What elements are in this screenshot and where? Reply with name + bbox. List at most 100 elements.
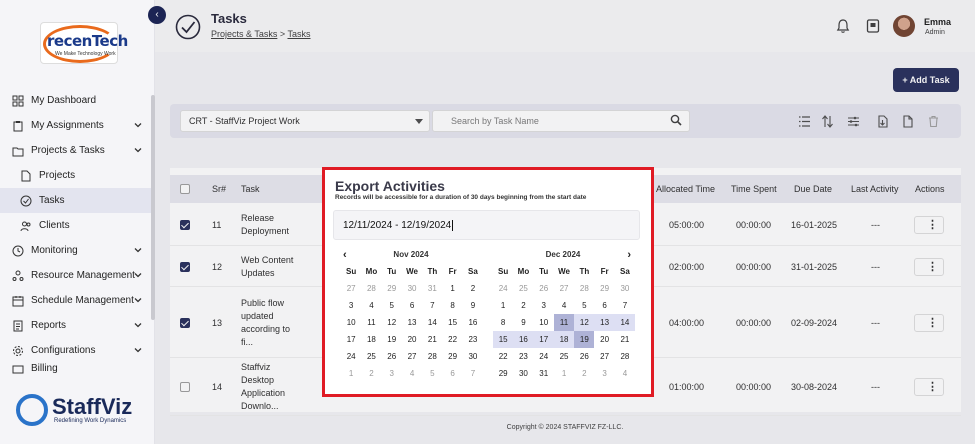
sidebar-item-schedule-management[interactable]: Schedule Management xyxy=(0,288,155,313)
calendar-day[interactable]: 29 xyxy=(382,280,402,297)
calendar-day[interactable]: 1 xyxy=(442,280,462,297)
sidebar-item-reports[interactable]: Reports xyxy=(0,313,155,338)
calendar-day[interactable]: 12 xyxy=(382,314,402,331)
calendar-day[interactable]: 27 xyxy=(554,280,574,297)
calendar-day[interactable]: 25 xyxy=(554,348,574,365)
calendar-day[interactable]: 26 xyxy=(574,348,594,365)
calendar-day[interactable]: 23 xyxy=(513,348,533,365)
calendar-day[interactable]: 11 xyxy=(361,314,381,331)
calendar-day[interactable]: 24 xyxy=(341,348,361,365)
calendar-day[interactable]: 21 xyxy=(422,331,442,348)
calendar-day[interactable]: 24 xyxy=(493,280,513,297)
calendar-day[interactable]: 10 xyxy=(534,314,554,331)
calendar-day[interactable]: 5 xyxy=(422,365,442,382)
sidebar-item-configurations[interactable]: Configurations xyxy=(0,338,155,363)
calendar-day[interactable]: 27 xyxy=(402,348,422,365)
calendar-day[interactable]: 15 xyxy=(493,331,514,348)
calendar-day[interactable]: 26 xyxy=(534,280,554,297)
calendar-day[interactable]: 3 xyxy=(382,365,402,382)
calendar-day[interactable]: 3 xyxy=(594,365,614,382)
calendar-day[interactable]: 27 xyxy=(341,280,361,297)
calendar-day[interactable]: 13 xyxy=(402,314,422,331)
calendar-day[interactable]: 25 xyxy=(361,348,381,365)
calendar-day[interactable]: 30 xyxy=(463,348,483,365)
calendar-day[interactable]: 31 xyxy=(422,280,442,297)
calendar-day[interactable]: 4 xyxy=(554,297,574,314)
sidebar-item-monitoring[interactable]: Monitoring xyxy=(0,238,155,263)
calendar-day[interactable]: 30 xyxy=(615,280,635,297)
calendar-day[interactable]: 19 xyxy=(382,331,402,348)
calendar-day[interactable]: 29 xyxy=(493,365,513,382)
calendar-day[interactable]: 8 xyxy=(493,314,513,331)
calendar-day[interactable]: 2 xyxy=(574,365,594,382)
calendar-day[interactable]: 9 xyxy=(513,314,533,331)
calendar-day[interactable]: 2 xyxy=(361,365,381,382)
calendar-day[interactable]: 7 xyxy=(615,297,635,314)
calendar-day[interactable]: 10 xyxy=(341,314,361,331)
calendar-day[interactable]: 24 xyxy=(534,348,554,365)
calendar-day[interactable]: 6 xyxy=(442,365,462,382)
calendar-day[interactable]: 3 xyxy=(534,297,554,314)
calendar-day[interactable]: 21 xyxy=(615,331,635,348)
calendar-day[interactable]: 1 xyxy=(341,365,361,382)
calendar-day[interactable]: 30 xyxy=(402,280,422,297)
calendar-day[interactable]: 1 xyxy=(554,365,574,382)
calendar-day[interactable]: 2 xyxy=(463,280,483,297)
calendar-day[interactable]: 26 xyxy=(382,348,402,365)
calendar-day[interactable]: 6 xyxy=(402,297,422,314)
calendar-day[interactable]: 29 xyxy=(442,348,462,365)
sidebar-item-billing[interactable]: Billing xyxy=(0,363,155,375)
calendar-day[interactable]: 30 xyxy=(513,365,533,382)
calendar-day[interactable]: 12 xyxy=(574,314,595,331)
calendar-day[interactable]: 4 xyxy=(402,365,422,382)
calendar-day[interactable]: 2 xyxy=(513,297,533,314)
calendar-day[interactable]: 22 xyxy=(493,348,513,365)
calendar-day[interactable]: 4 xyxy=(361,297,381,314)
calendar-day[interactable]: 3 xyxy=(341,297,361,314)
calendar-day[interactable]: 20 xyxy=(402,331,422,348)
sidebar-item-projects-tasks[interactable]: Projects & Tasks xyxy=(0,138,155,163)
calendar-day[interactable]: 27 xyxy=(594,348,614,365)
calendar-day[interactable]: 25 xyxy=(513,280,533,297)
date-range-input[interactable]: 12/11/2024 - 12/19/2024 xyxy=(333,210,640,240)
calendar-day[interactable]: 17 xyxy=(341,331,361,348)
calendar-day[interactable]: 20 xyxy=(594,331,614,348)
sidebar-collapse-button[interactable]: ‹ xyxy=(148,6,166,24)
calendar-day[interactable]: 29 xyxy=(594,280,614,297)
calendar-day[interactable]: 28 xyxy=(615,348,635,365)
prev-month-icon[interactable]: ‹ xyxy=(343,248,347,262)
calendar-day[interactable]: 16 xyxy=(513,331,534,348)
sidebar-item-clients[interactable]: Clients xyxy=(0,213,155,238)
calendar-day[interactable]: 8 xyxy=(442,297,462,314)
sidebar-item-tasks[interactable]: Tasks xyxy=(0,188,155,213)
calendar-day[interactable]: 9 xyxy=(463,297,483,314)
calendar-day[interactable]: 18 xyxy=(361,331,381,348)
calendar-day[interactable]: 28 xyxy=(422,348,442,365)
calendar-day[interactable]: 6 xyxy=(594,297,614,314)
sidebar-item-projects[interactable]: Projects xyxy=(0,163,155,188)
calendar-day[interactable]: 22 xyxy=(442,331,462,348)
calendar-day[interactable]: 1 xyxy=(493,297,513,314)
calendar-day[interactable]: 18 xyxy=(553,331,575,348)
calendar-day[interactable]: 14 xyxy=(614,314,636,331)
sidebar-item-my-dashboard[interactable]: My Dashboard xyxy=(0,88,155,113)
next-month-icon[interactable]: › xyxy=(627,248,631,262)
calendar-day[interactable]: 28 xyxy=(361,280,381,297)
calendar-day[interactable]: 7 xyxy=(422,297,442,314)
calendar-day[interactable]: 19 xyxy=(574,331,595,348)
calendar-day[interactable]: 14 xyxy=(422,314,442,331)
calendar-day[interactable]: 31 xyxy=(534,365,554,382)
calendar-day[interactable]: 15 xyxy=(442,314,462,331)
sidebar-item-resource-management[interactable]: Resource Management xyxy=(0,263,155,288)
calendar-day[interactable]: 13 xyxy=(594,314,615,331)
calendar-day[interactable]: 7 xyxy=(463,365,483,382)
sidebar-item-my-assignments[interactable]: My Assignments xyxy=(0,113,155,138)
calendar-day[interactable]: 4 xyxy=(615,365,635,382)
calendar-day[interactable]: 5 xyxy=(574,297,594,314)
calendar-day[interactable]: 17 xyxy=(533,331,554,348)
calendar-day[interactable]: 11 xyxy=(553,314,575,331)
calendar-day[interactable]: 28 xyxy=(574,280,594,297)
calendar-day[interactable]: 5 xyxy=(382,297,402,314)
calendar-day[interactable]: 23 xyxy=(463,331,483,348)
calendar-day[interactable]: 16 xyxy=(463,314,483,331)
